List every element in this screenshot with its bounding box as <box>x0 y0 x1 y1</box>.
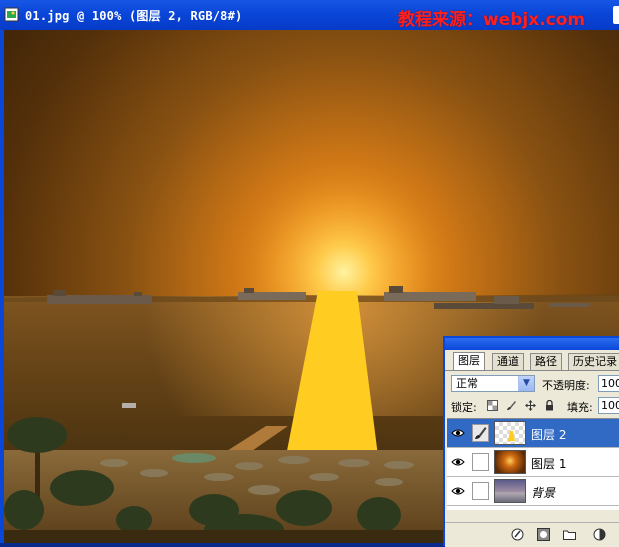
lock-move-icon[interactable] <box>525 400 536 411</box>
photoshop-document-icon <box>4 7 19 22</box>
layer-row-layer-2[interactable]: 图层 2 <box>447 419 619 448</box>
layers-list: 图层 2 图层 1 背景 <box>447 418 619 511</box>
layer-row-layer-1[interactable]: 图层 1 <box>447 448 619 477</box>
layers-panel[interactable]: 图层 通道 路径 历史记录 正常 ▼ 不透明度: 100% 锁定: 填充: 10… <box>443 336 619 547</box>
panel-spacer <box>445 510 619 522</box>
layer-mask-icon[interactable] <box>537 528 550 541</box>
layer-name: 图层 1 <box>531 457 567 471</box>
visibility-eye-icon[interactable] <box>451 427 465 439</box>
tab-channels[interactable]: 通道 <box>492 353 524 370</box>
layer-name: 图层 2 <box>531 428 567 442</box>
layer-thumbnail <box>494 479 526 503</box>
opacity-field[interactable]: 100% <box>598 375 619 392</box>
lock-all-icon[interactable] <box>544 400 555 411</box>
layer-link-box[interactable] <box>472 453 489 471</box>
opacity-label: 不透明度: <box>542 379 590 392</box>
layer-style-icon[interactable] <box>511 528 524 541</box>
tab-history[interactable]: 历史记录 <box>568 353 619 370</box>
adjustment-layer-icon[interactable] <box>593 528 606 541</box>
layer-thumbnail <box>494 421 526 445</box>
lock-transparency-icon[interactable] <box>487 400 498 411</box>
layer-thumbnail <box>494 450 526 474</box>
document-title-bar[interactable]: 01.jpg @ 100% (图层 2, RGB/8#) 教程来源：webjx.… <box>0 0 619 30</box>
layer-row-background[interactable]: 背景 <box>447 477 619 506</box>
visibility-eye-icon[interactable] <box>451 456 465 468</box>
panel-bottom-toolbar <box>445 522 619 547</box>
lock-label: 锁定: <box>451 401 477 414</box>
tab-layers[interactable]: 图层 <box>453 352 485 370</box>
window-title: 01.jpg @ 100% (图层 2, RGB/8#) <box>25 9 243 23</box>
visibility-eye-icon[interactable] <box>451 485 465 497</box>
window-control-button[interactable] <box>613 6 619 24</box>
brush-icon <box>475 427 487 439</box>
panel-title-bar[interactable] <box>445 338 619 350</box>
new-group-icon[interactable] <box>563 528 576 541</box>
fill-field[interactable]: 100% <box>598 397 619 414</box>
lock-paint-brush-icon[interactable] <box>506 400 517 411</box>
chevron-down-icon[interactable]: ▼ <box>518 376 534 391</box>
layer-link-box[interactable] <box>472 482 489 500</box>
layer-name: 背景 <box>531 486 556 500</box>
tabs-divider <box>445 370 619 371</box>
fill-label: 填充: <box>567 401 593 414</box>
watermark-text: 教程来源：webjx.com <box>398 10 586 30</box>
layer-link-box[interactable] <box>472 424 489 442</box>
panel-tabs: 图层 通道 路径 历史记录 <box>449 352 619 370</box>
blend-mode-value: 正常 <box>456 377 478 390</box>
tab-paths[interactable]: 路径 <box>530 353 562 370</box>
blend-mode-select[interactable]: 正常 ▼ <box>451 375 535 392</box>
